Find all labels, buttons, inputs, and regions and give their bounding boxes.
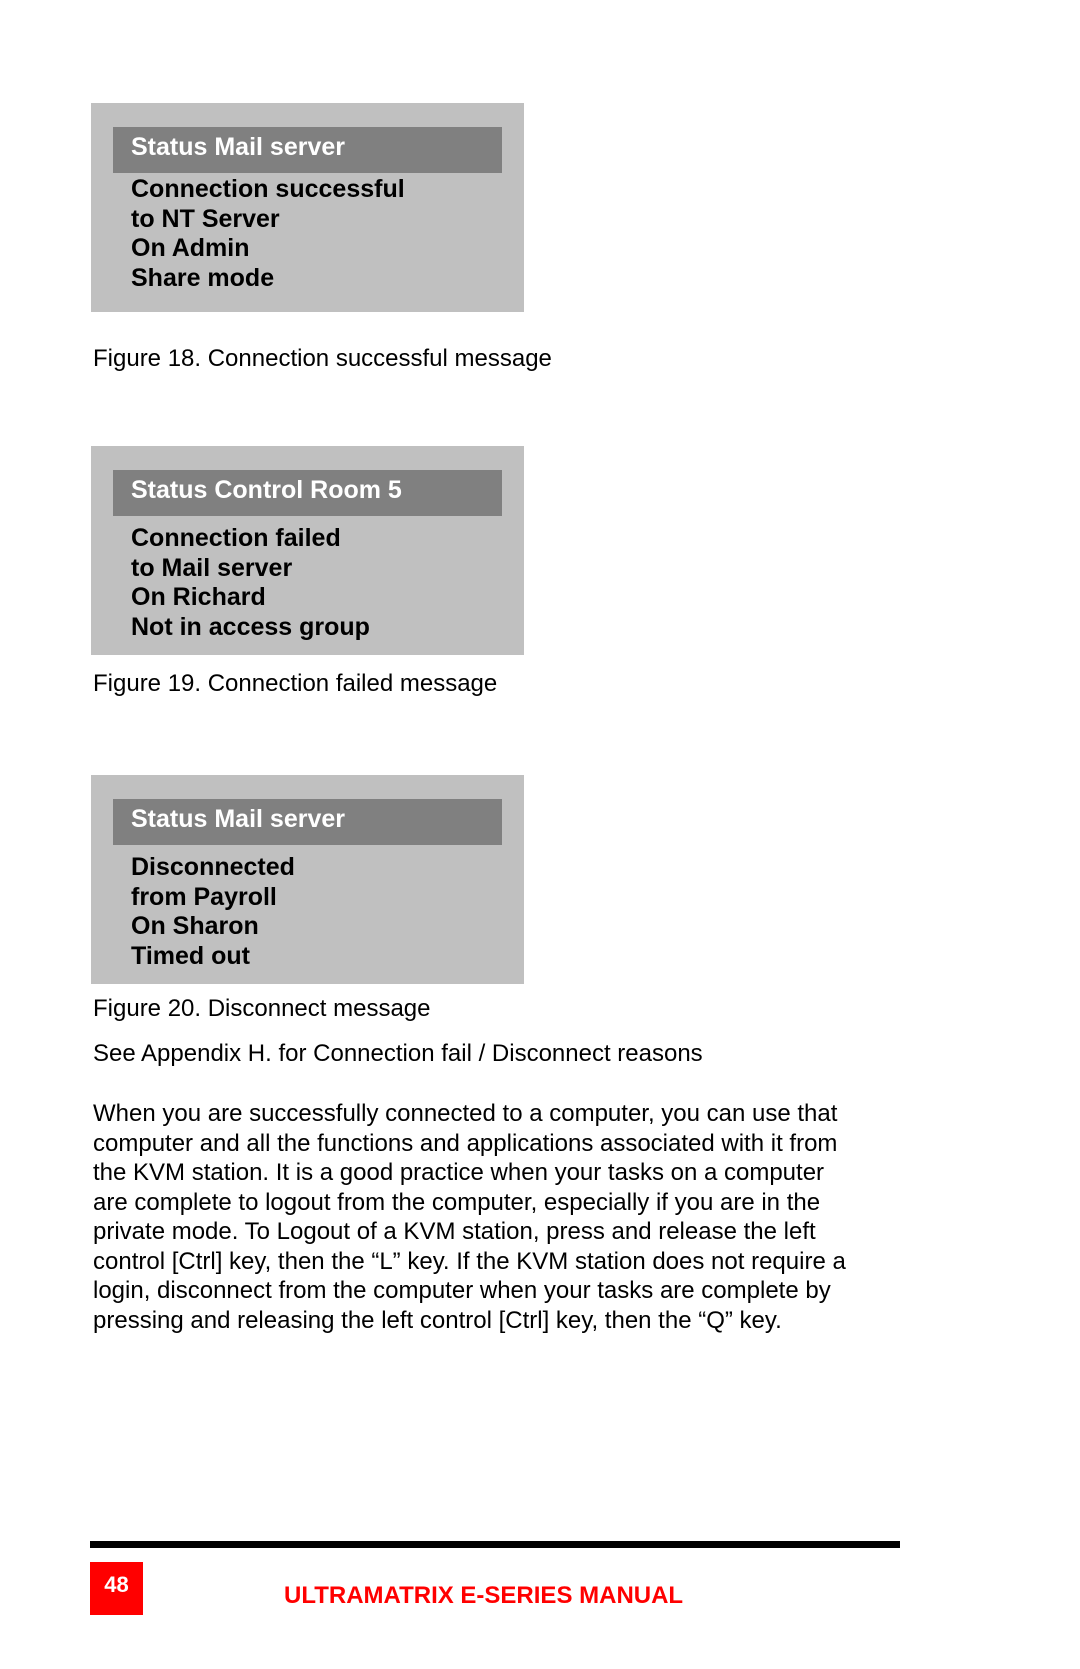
- status-line: On Sharon: [131, 912, 259, 941]
- appendix-note: See Appendix H. for Connection fail / Di…: [93, 1040, 703, 1067]
- status-line: Disconnected: [131, 853, 295, 881]
- status-header: Status Control Room 5: [113, 470, 502, 516]
- status-screen-figure-18: Status Mail server Connection successful…: [91, 103, 524, 312]
- status-message: Connection failed to Mail server On Rich…: [131, 524, 370, 643]
- status-line: Share mode: [131, 264, 275, 293]
- status-line: from Payroll: [131, 882, 277, 911]
- paragraph-line: the KVM station. It is a good practice w…: [93, 1159, 825, 1186]
- paragraph-line: When you are successfully connected to a…: [93, 1100, 838, 1127]
- status-header: Status Mail server: [113, 127, 502, 173]
- paragraph-line: login, disconnect from the computer when…: [93, 1277, 831, 1304]
- paragraph-line: pressing and releasing the left control …: [93, 1306, 782, 1334]
- status-line: On Admin: [131, 234, 250, 263]
- paragraph-line: private mode. To Logout of a KVM station…: [93, 1218, 816, 1245]
- paragraph-line: control [Ctrl] key, then the “L” key. If…: [93, 1247, 846, 1275]
- paragraph-line: computer and all the functions and appli…: [93, 1129, 838, 1157]
- status-line: Timed out: [131, 942, 250, 971]
- status-line: Connection successful: [131, 175, 405, 203]
- status-line: to Mail server: [131, 553, 293, 582]
- status-line: Not in access group: [131, 613, 370, 642]
- figure-caption: Figure 18. Connection successful message: [93, 345, 552, 372]
- status-line: On Richard: [131, 583, 266, 612]
- figure-caption: Figure 20. Disconnect message: [93, 995, 431, 1022]
- figure-caption: Figure 19. Connection failed message: [93, 670, 498, 697]
- status-message: Disconnected from Payroll On Sharon Time…: [131, 853, 295, 972]
- status-screen-figure-20: Status Mail server Disconnected from Pay…: [91, 775, 524, 984]
- status-line: to NT Server: [131, 204, 280, 233]
- body-paragraph: When you are successfully connected to a…: [93, 1099, 923, 1335]
- status-message: Connection successful to NT Server On Ad…: [131, 175, 405, 294]
- page-number-badge: 48: [90, 1562, 143, 1615]
- paragraph-line: are complete to logout from the computer…: [93, 1188, 821, 1216]
- status-line: Connection failed: [131, 524, 341, 552]
- manual-title: ULTRAMATRIX E-SERIES MANUAL: [284, 1582, 684, 1609]
- status-screen-figure-19: Status Control Room 5 Connection failed …: [91, 446, 524, 655]
- status-header: Status Mail server: [113, 799, 502, 845]
- footer-divider: [90, 1541, 900, 1548]
